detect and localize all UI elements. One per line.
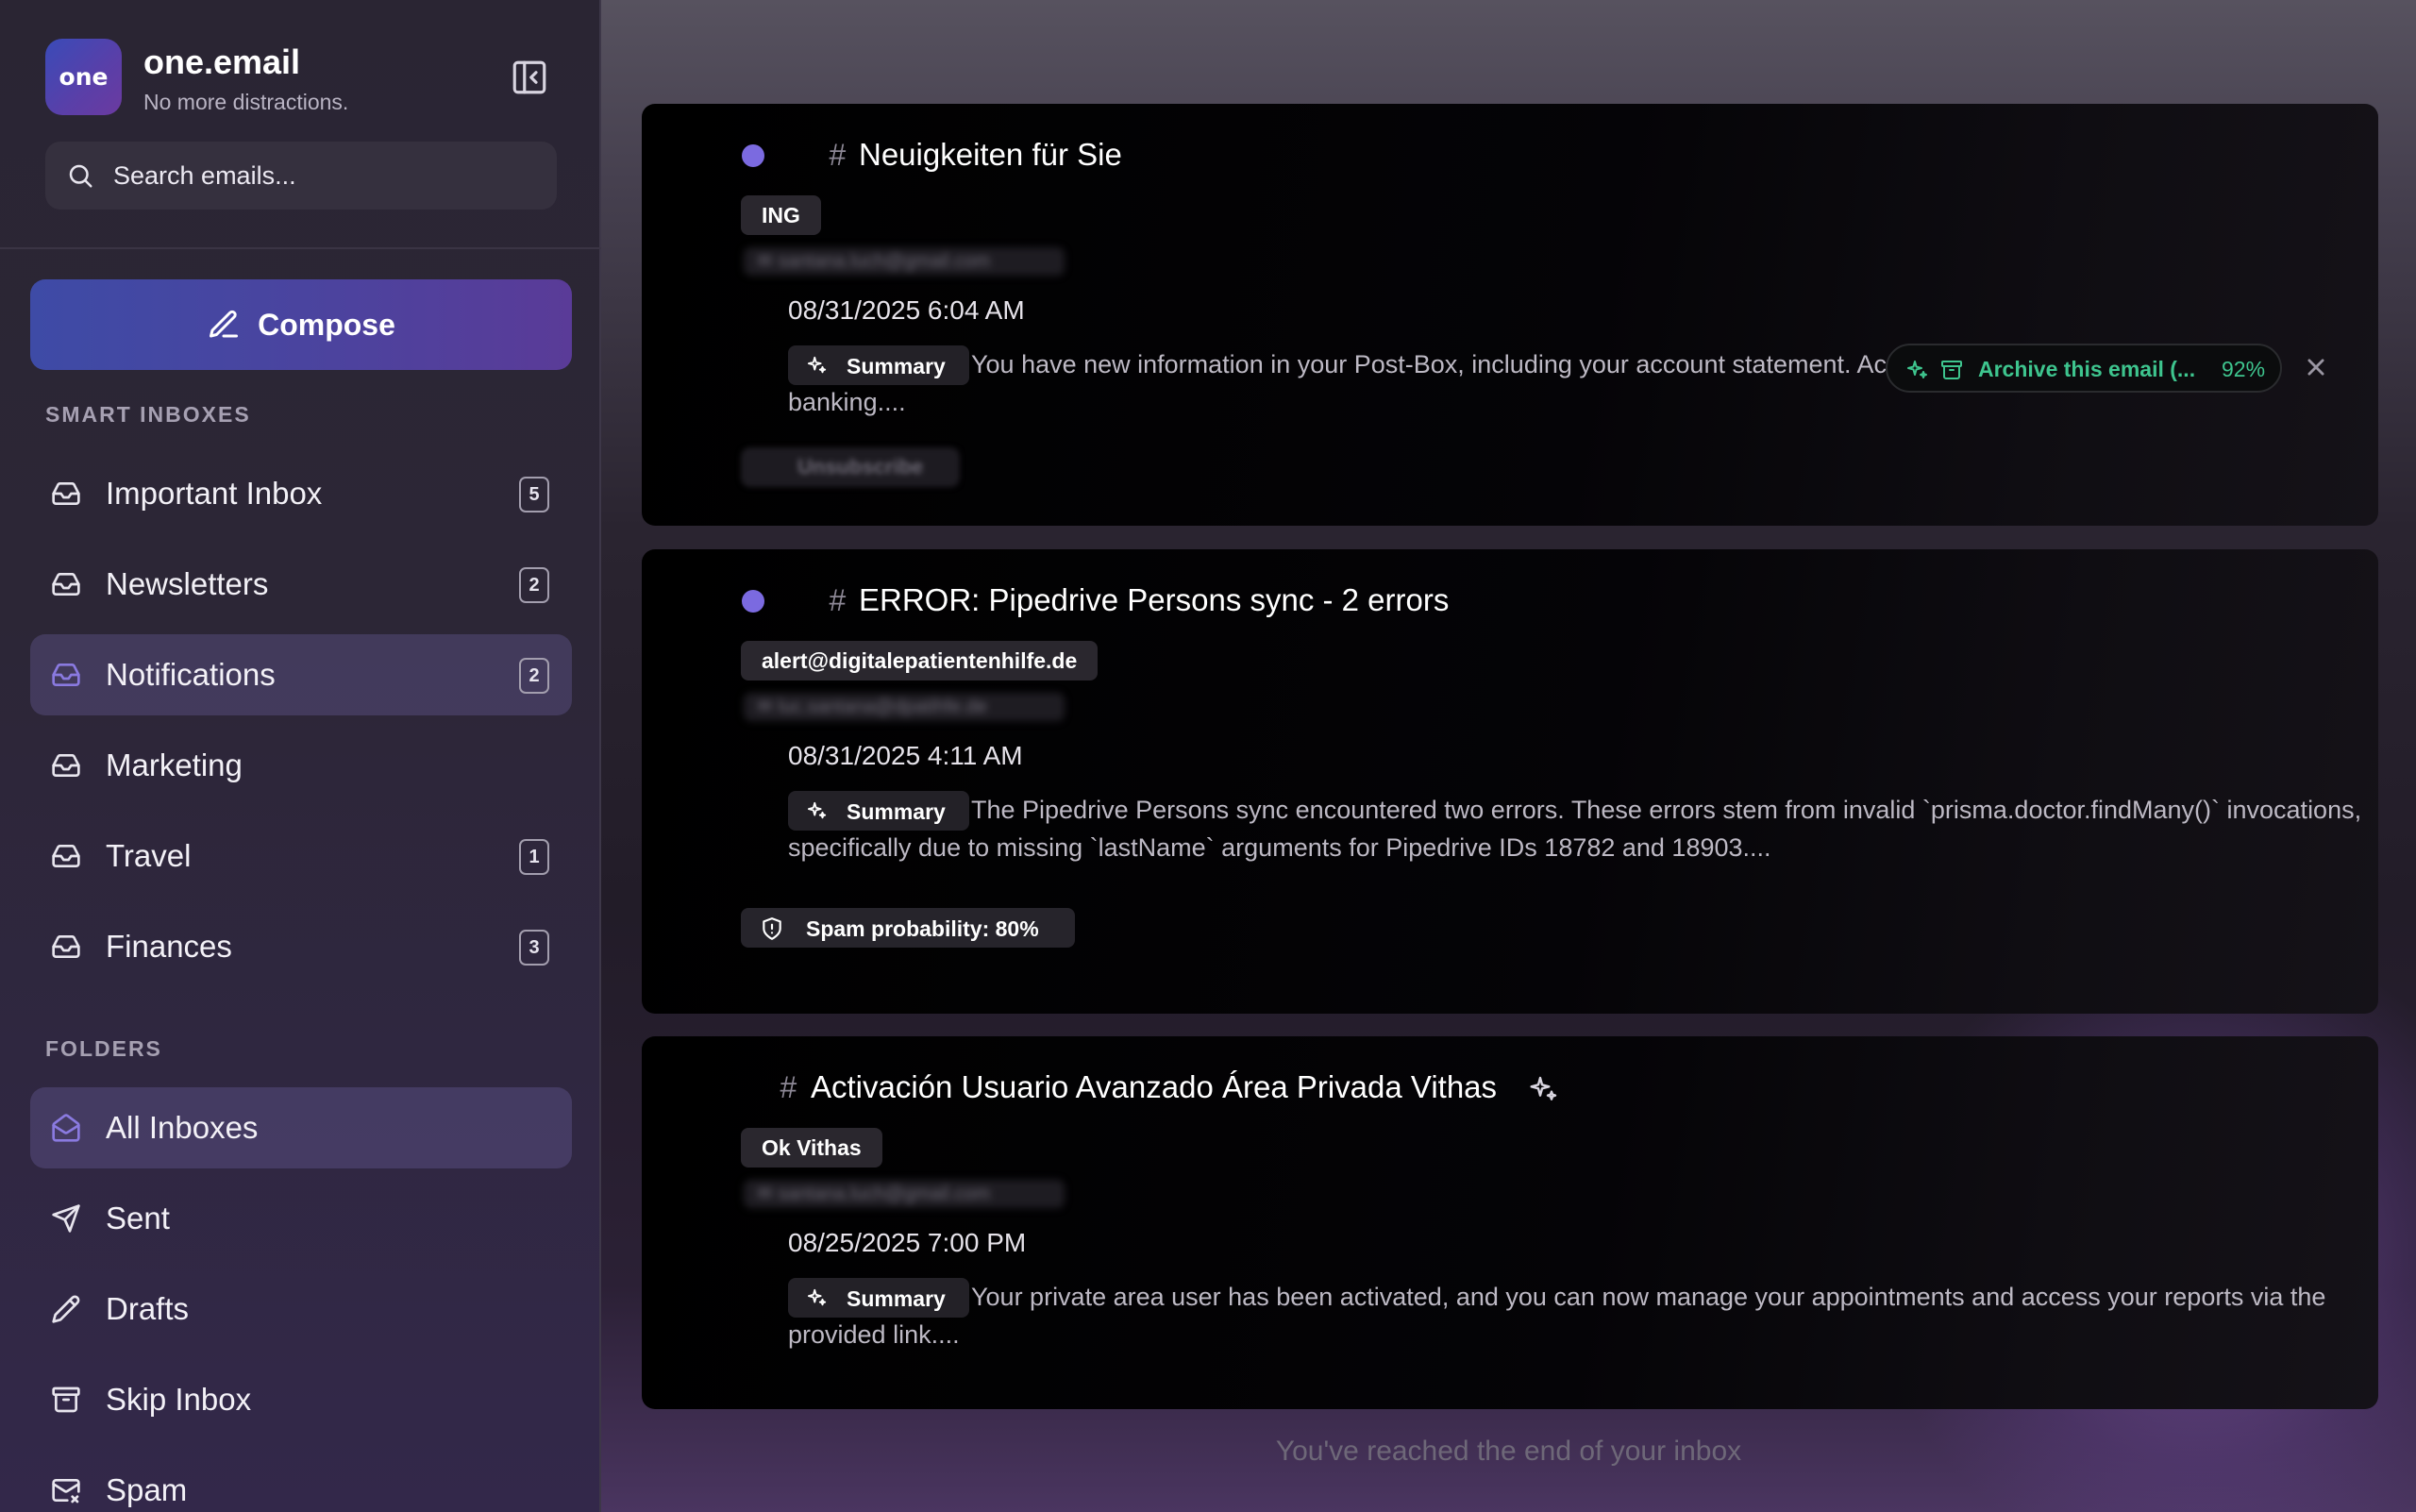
- email-subject: Neuigkeiten für Sie: [859, 137, 1122, 172]
- archive-suggestion-button[interactable]: Archive this email (... 92%: [1886, 344, 2282, 393]
- brand-header: one one.email No more distractions.: [45, 39, 574, 115]
- inbox-icon: [52, 935, 80, 958]
- count-badge: 5: [519, 477, 549, 512]
- mail-x-icon: [52, 1479, 80, 1504]
- sidebar-item-marketing[interactable]: Marketing: [30, 725, 572, 806]
- email-card[interactable]: # ERROR: Pipedrive Persons sync - 2 erro…: [642, 549, 2378, 1014]
- unsubscribe-button[interactable]: Unsubscribe: [741, 447, 960, 487]
- sidebar-item-newsletters[interactable]: Newsletters 2: [30, 544, 572, 625]
- pencil-icon: [52, 1295, 80, 1323]
- smart-inboxes-heading: SMART INBOXES: [45, 402, 251, 427]
- sidebar-item-all-inboxes[interactable]: All Inboxes: [30, 1087, 572, 1168]
- search-icon: [69, 164, 92, 188]
- sidebar: one one.email No more distractions. Comp…: [0, 0, 601, 1512]
- summary-text: Your private area user has been activate…: [788, 1283, 2326, 1349]
- compose-button[interactable]: Compose: [30, 279, 572, 370]
- archive-icon: [1941, 361, 1962, 379]
- search-input[interactable]: [113, 142, 538, 210]
- end-of-inbox-message: You've reached the end of your inbox: [1275, 1436, 1742, 1467]
- sidebar-item-notifications[interactable]: Notifications 2: [30, 634, 572, 715]
- email-subject: Activación Usuario Avanzado Área Privada…: [811, 1069, 1498, 1104]
- sidebar-item-label: Sent: [106, 1201, 170, 1235]
- inbox-icon: [52, 754, 80, 777]
- pencil-square-icon: [210, 310, 239, 338]
- app-name: one.email: [143, 42, 301, 81]
- sidebar-divider: [0, 247, 601, 249]
- sidebar-item-spam[interactable]: Spam: [30, 1450, 572, 1512]
- inbox-icon: [52, 482, 80, 505]
- sidebar-item-label: Drafts: [106, 1291, 190, 1326]
- collapse-sidebar-button[interactable]: [510, 58, 549, 97]
- count-badge: 2: [519, 658, 549, 694]
- sidebar-item-finances[interactable]: Finances 3: [30, 906, 572, 987]
- dismiss-suggestion-close-icon[interactable]: [2300, 351, 2332, 383]
- sidebar-item-skip-inbox[interactable]: Skip Inbox: [30, 1359, 572, 1440]
- email-date: 08/31/2025 6:04 AM: [788, 295, 1025, 325]
- hash-icon: #: [780, 1070, 797, 1104]
- unread-dot: [742, 144, 764, 167]
- sidebar-item-drafts[interactable]: Drafts: [30, 1268, 572, 1350]
- email-card[interactable]: # Neuigkeiten für Sie ING ✉ santana.luch…: [642, 104, 2378, 526]
- sidebar-item-important-inbox[interactable]: Important Inbox 5: [30, 453, 572, 534]
- recipient-address-blurred: ✉ santana.luch@gmail.com: [744, 247, 1065, 276]
- recipient-address-blurred: ✉ luc.santana@dpatihfe.de: [744, 693, 1065, 721]
- count-badge: 2: [519, 567, 549, 603]
- app-tagline: No more distractions.: [143, 90, 349, 114]
- archive-icon: [52, 1386, 80, 1413]
- summary-text: The Pipedrive Persons sync encountered t…: [788, 796, 2362, 862]
- search-box[interactable]: [45, 142, 557, 210]
- email-subject: ERROR: Pipedrive Persons sync - 2 errors: [859, 582, 1450, 617]
- sidebar-item-label: Newsletters: [106, 566, 269, 601]
- sidebar-item-label: Travel: [106, 838, 192, 873]
- shield-icon: [763, 917, 781, 940]
- app-logo: one: [45, 39, 122, 115]
- count-badge: 3: [519, 930, 549, 966]
- sidebar-item-label: Important Inbox: [106, 476, 323, 511]
- open-mail-icon: [52, 1114, 80, 1142]
- inbox-icon: [52, 664, 80, 686]
- sidebar-item-label: All Inboxes: [106, 1110, 259, 1145]
- email-list-pane: # Neuigkeiten für Sie ING ✉ santana.luch…: [601, 0, 2416, 1512]
- sidebar-collapse-icon: [512, 60, 546, 94]
- send-icon: [52, 1204, 80, 1233]
- sender-tag: Ok Vithas: [741, 1128, 882, 1168]
- compose-label: Compose: [258, 307, 395, 342]
- inbox-icon: [52, 573, 80, 596]
- spam-probability-badge: Spam probability: 80%: [741, 908, 1075, 948]
- archive-confidence: 92%: [2222, 357, 2266, 381]
- sender-tag: alert@digitalepatientenhilfe.de: [741, 641, 1099, 680]
- count-badge: 1: [519, 839, 549, 875]
- sidebar-item-label: Spam: [106, 1472, 188, 1507]
- hash-icon: #: [829, 138, 846, 172]
- email-date: 08/31/2025 4:11 AM: [788, 741, 1023, 770]
- sidebar-item-sent[interactable]: Sent: [30, 1178, 572, 1259]
- archive-suggestion-label: Archive this email (...: [1978, 357, 2196, 381]
- sidebar-item-label: Notifications: [106, 657, 276, 692]
- sparkles-icon: [1907, 361, 1927, 378]
- hash-icon: #: [829, 583, 846, 617]
- email-date: 08/25/2025 7:00 PM: [788, 1228, 1027, 1257]
- sender-tag: ING: [741, 195, 821, 235]
- unread-dot: [742, 590, 764, 613]
- folders-heading: FOLDERS: [45, 1036, 162, 1061]
- recipient-address-blurred: ✉ santana.luch@gmail.com: [744, 1180, 1065, 1208]
- sidebar-item-label: Marketing: [106, 748, 243, 782]
- email-card[interactable]: # Activación Usuario Avanzado Área Priva…: [642, 1036, 2378, 1409]
- sidebar-item-travel[interactable]: Travel 1: [30, 815, 572, 897]
- spam-probability-label: Spam probability: 80%: [806, 916, 1039, 941]
- sidebar-item-label: Skip Inbox: [106, 1382, 252, 1417]
- inbox-icon: [52, 845, 80, 867]
- sidebar-item-label: Finances: [106, 929, 232, 964]
- sparkles-icon: [1530, 1076, 1557, 1100]
